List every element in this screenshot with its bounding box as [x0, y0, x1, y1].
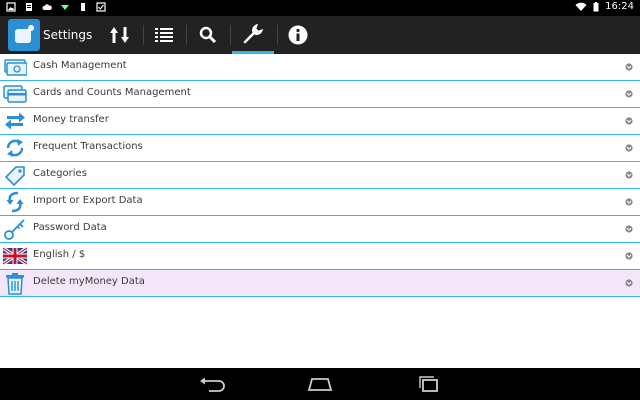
settings-item-money-transfer[interactable]: Money transfer	[0, 108, 640, 135]
cash-icon	[4, 59, 27, 76]
settings-item-label: Cards and Counts Management	[33, 87, 191, 98]
tab-search[interactable]	[188, 16, 228, 54]
transfer-arrows-icon	[5, 112, 25, 130]
chevron-down-icon	[625, 90, 633, 98]
settings-item-cash-management[interactable]: Cash Management	[0, 54, 640, 81]
system-nav-bar	[0, 368, 640, 400]
action-bar: Settings	[0, 16, 640, 54]
document-icon	[26, 3, 32, 11]
settings-item-frequent-transactions[interactable]: Frequent Transactions	[0, 135, 640, 162]
app-logo-icon[interactable]	[8, 19, 40, 51]
settings-item-label: Frequent Transactions	[33, 141, 143, 152]
status-bar: 16:24	[0, 0, 640, 16]
settings-list: Cash Management Cards and Counts Managem…	[0, 54, 640, 297]
tab-sort[interactable]	[100, 16, 140, 54]
download-icon	[61, 5, 69, 10]
search-icon	[199, 26, 217, 44]
settings-item-label: Delete myMoney Data	[33, 276, 145, 287]
system-status: 16:24	[575, 1, 634, 12]
clock: 16:24	[605, 1, 634, 12]
back-icon[interactable]	[199, 376, 227, 392]
tab-list[interactable]	[144, 16, 184, 54]
chevron-down-icon	[625, 279, 633, 287]
settings-item-label: Money transfer	[33, 114, 109, 125]
settings-item-password[interactable]: Password Data	[0, 216, 640, 243]
sort-arrows-icon	[110, 27, 129, 43]
info-icon	[288, 25, 308, 45]
settings-item-label: Password Data	[33, 222, 107, 233]
home-icon[interactable]	[306, 376, 334, 392]
wrench-icon	[243, 23, 263, 43]
check-box-icon	[96, 2, 106, 12]
chevron-down-icon	[625, 252, 633, 260]
uk-flag-icon	[3, 246, 27, 266]
chevron-down-icon	[625, 63, 633, 71]
chevron-down-icon	[625, 225, 633, 233]
sd-card-icon	[81, 3, 85, 11]
settings-item-delete-data[interactable]: Delete myMoney Data	[0, 270, 640, 297]
settings-item-categories[interactable]: Categories	[0, 162, 640, 189]
tab-settings[interactable]	[232, 16, 274, 54]
chevron-down-icon	[625, 117, 633, 125]
recent-apps-icon[interactable]	[415, 376, 443, 392]
page-title: Settings	[43, 28, 93, 42]
settings-item-label: Cash Management	[33, 60, 127, 71]
chevron-down-icon	[625, 144, 633, 152]
settings-item-cards-counts[interactable]: Cards and Counts Management	[0, 81, 640, 108]
list-icon	[155, 28, 173, 42]
trash-icon	[6, 273, 24, 295]
settings-item-label: Categories	[33, 168, 87, 179]
sync-icon	[6, 191, 24, 213]
tag-icon	[4, 166, 25, 187]
card-icon	[3, 85, 27, 103]
refresh-icon	[6, 139, 24, 157]
settings-item-label: English / $	[33, 249, 86, 260]
tab-divider	[230, 25, 231, 45]
settings-item-import-export[interactable]: Import or Export Data	[0, 189, 640, 216]
settings-item-label: Import or Export Data	[33, 195, 143, 206]
tab-divider	[186, 25, 187, 45]
tab-info[interactable]	[278, 16, 318, 54]
wifi-icon	[575, 2, 587, 11]
notification-icons	[6, 2, 106, 12]
cloud-icon	[42, 4, 52, 10]
battery-icon	[593, 1, 599, 11]
image-icon	[6, 2, 16, 12]
settings-item-language-currency[interactable]: English / $	[0, 243, 640, 270]
chevron-down-icon	[625, 171, 633, 179]
key-icon	[4, 219, 25, 240]
chevron-down-icon	[625, 198, 633, 206]
